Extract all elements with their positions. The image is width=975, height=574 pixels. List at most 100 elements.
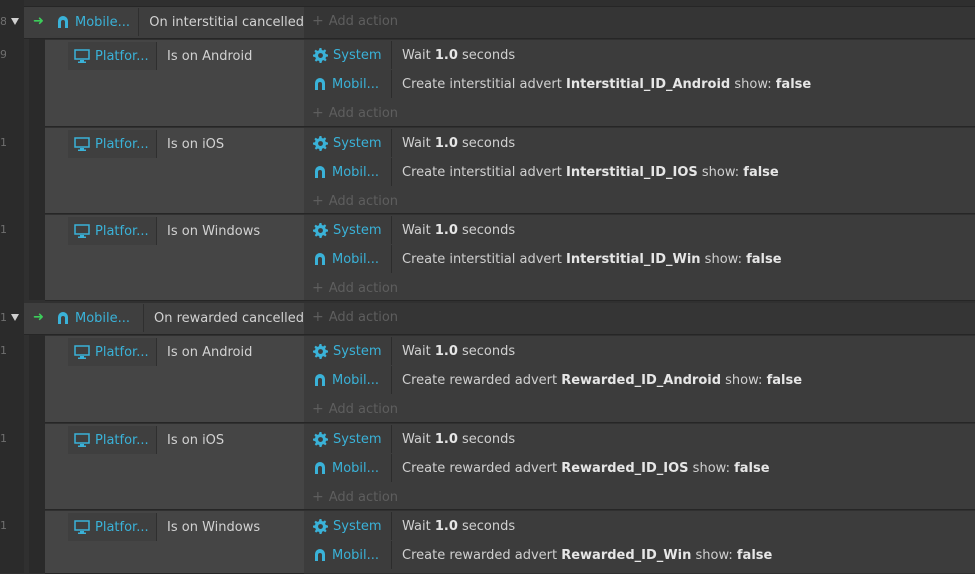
plus-icon: + bbox=[312, 309, 324, 325]
subevent-indent-bar bbox=[29, 335, 45, 573]
platform-object-label: Platfor... bbox=[95, 48, 149, 64]
trigger-arrow-icon: ➜ bbox=[33, 310, 44, 325]
condition-text: Is on Windows bbox=[167, 519, 261, 535]
trigger-condition[interactable]: Mobile... On rewarded cancelled bbox=[50, 304, 304, 332]
system-object[interactable]: System bbox=[304, 216, 392, 244]
add-action-label: Add action bbox=[328, 490, 399, 505]
line-number: 15 bbox=[0, 519, 6, 532]
action-row[interactable]: Mobil... Create interstitial advert Inte… bbox=[304, 158, 779, 186]
action-row[interactable]: System Wait 1.0 seconds bbox=[304, 216, 515, 244]
system-object-label: System bbox=[333, 431, 382, 447]
mobile-advert-object[interactable]: Mobil... bbox=[304, 541, 392, 569]
gear-icon bbox=[313, 431, 328, 447]
action-row[interactable]: System Wait 1.0 seconds bbox=[304, 129, 515, 157]
plus-icon: + bbox=[312, 401, 324, 417]
wait-action-text: Wait 1.0 seconds bbox=[402, 431, 516, 447]
system-object[interactable]: System bbox=[304, 425, 392, 453]
system-object[interactable]: System bbox=[304, 129, 392, 157]
condition-text: Is on Android bbox=[167, 344, 253, 360]
add-action-label: Add action bbox=[328, 194, 399, 209]
mobile-object-label: Mobil... bbox=[332, 76, 380, 92]
mobile-advert-object[interactable]: Mobil... bbox=[304, 454, 392, 482]
wait-action-text: Wait 1.0 seconds bbox=[402, 222, 516, 238]
plus-icon: + bbox=[312, 489, 324, 505]
add-action-link[interactable]: + Add action bbox=[312, 13, 398, 29]
platform-condition[interactable]: Platfor... Is on Windows bbox=[68, 513, 304, 541]
trigger-object[interactable]: Mobile... bbox=[50, 8, 140, 36]
trigger-object-label: Mobile... bbox=[75, 310, 131, 326]
create-advert-action-text: Create interstitial advert Interstitial_… bbox=[402, 164, 779, 180]
trigger-object[interactable]: Mobile... bbox=[50, 304, 145, 332]
platform-object[interactable]: Platfor... bbox=[68, 338, 157, 366]
add-action-link[interactable]: + Add action bbox=[312, 309, 398, 325]
wait-action-text: Wait 1.0 seconds bbox=[402, 135, 516, 151]
system-object-label: System bbox=[333, 518, 382, 534]
action-row[interactable]: Mobil... Create rewarded advert Rewarded… bbox=[304, 366, 802, 394]
system-object[interactable]: System bbox=[304, 512, 392, 540]
system-object-label: System bbox=[333, 47, 382, 63]
line-number: 13 bbox=[0, 344, 6, 357]
action-row[interactable]: Mobil... Create interstitial advert Inte… bbox=[304, 70, 811, 98]
condition-text: Is on Android bbox=[167, 48, 253, 64]
plus-icon: + bbox=[312, 105, 324, 121]
mobile-advert-object[interactable]: Mobil... bbox=[304, 245, 392, 273]
gear-icon bbox=[313, 47, 328, 63]
action-row[interactable]: System Wait 1.0 seconds bbox=[304, 425, 515, 453]
add-action-link[interactable]: + Add action bbox=[312, 401, 398, 417]
system-object[interactable]: System bbox=[304, 337, 392, 365]
platform-object[interactable]: Platfor... bbox=[68, 513, 157, 541]
line-number: 12 bbox=[0, 311, 6, 324]
platform-object[interactable]: Platfor... bbox=[68, 426, 157, 454]
mobile-advert-object[interactable]: Mobil... bbox=[304, 366, 392, 394]
platform-condition[interactable]: Platfor... Is on Android bbox=[68, 42, 304, 70]
action-row[interactable]: Mobil... Create rewarded advert Rewarded… bbox=[304, 454, 770, 482]
mobile-advert-object[interactable]: Mobil... bbox=[304, 70, 392, 98]
collapse-toggle[interactable] bbox=[11, 314, 19, 321]
platform-object-label: Platfor... bbox=[95, 519, 149, 535]
add-action-link[interactable]: + Add action bbox=[312, 489, 398, 505]
monitor-icon bbox=[74, 520, 90, 534]
condition-text: Is on Windows bbox=[167, 223, 261, 239]
platform-condition[interactable]: Platfor... Is on Windows bbox=[68, 217, 304, 245]
line-number-gutter bbox=[0, 0, 24, 573]
platform-condition[interactable]: Platfor... Is on iOS bbox=[68, 426, 304, 454]
add-action-link[interactable]: + Add action bbox=[312, 105, 398, 121]
platform-object-label: Platfor... bbox=[95, 223, 149, 239]
trigger-condition-text: On rewarded cancelled bbox=[154, 310, 304, 326]
mobile-advert-icon bbox=[315, 253, 325, 265]
gear-icon bbox=[313, 135, 328, 151]
mobile-advert-icon bbox=[315, 549, 325, 561]
action-row[interactable]: Mobil... Create rewarded advert Rewarded… bbox=[304, 541, 772, 569]
system-object[interactable]: System bbox=[304, 41, 392, 69]
trigger-actions-block bbox=[304, 303, 975, 335]
platform-object[interactable]: Platfor... bbox=[68, 217, 157, 245]
collapse-toggle[interactable] bbox=[11, 18, 19, 25]
mobile-advert-icon bbox=[315, 462, 325, 474]
platform-object[interactable]: Platfor... bbox=[68, 130, 157, 158]
plus-icon: + bbox=[312, 280, 324, 296]
action-row[interactable]: System Wait 1.0 seconds bbox=[304, 337, 515, 365]
add-action-link[interactable]: + Add action bbox=[312, 193, 398, 209]
platform-object-label: Platfor... bbox=[95, 432, 149, 448]
add-action-label: Add action bbox=[328, 281, 399, 296]
action-row[interactable]: Mobil... Create interstitial advert Inte… bbox=[304, 245, 782, 273]
system-object-label: System bbox=[333, 135, 382, 151]
platform-object-label: Platfor... bbox=[95, 344, 149, 360]
add-action-link[interactable]: + Add action bbox=[312, 280, 398, 296]
mobile-object-label: Mobil... bbox=[332, 164, 380, 180]
trigger-arrow-icon: ➜ bbox=[33, 14, 44, 29]
system-object-label: System bbox=[333, 343, 382, 359]
create-advert-action-text: Create rewarded advert Rewarded_ID_IOS s… bbox=[402, 460, 770, 476]
mobile-advert-icon bbox=[58, 312, 68, 324]
platform-object[interactable]: Platfor... bbox=[68, 42, 157, 70]
action-row[interactable]: System Wait 1.0 seconds bbox=[304, 41, 515, 69]
mobile-advert-object[interactable]: Mobil... bbox=[304, 158, 392, 186]
trigger-condition[interactable]: Mobile... On interstitial cancelled bbox=[50, 8, 304, 36]
platform-condition[interactable]: Platfor... Is on Android bbox=[68, 338, 304, 366]
action-row[interactable]: System Wait 1.0 seconds bbox=[304, 512, 515, 540]
subevent-indent-bar bbox=[29, 38, 45, 300]
wait-action-text: Wait 1.0 seconds bbox=[402, 47, 516, 63]
add-action-label: Add action bbox=[328, 310, 399, 325]
platform-condition[interactable]: Platfor... Is on iOS bbox=[68, 130, 304, 158]
platform-object-label: Platfor... bbox=[95, 136, 149, 152]
